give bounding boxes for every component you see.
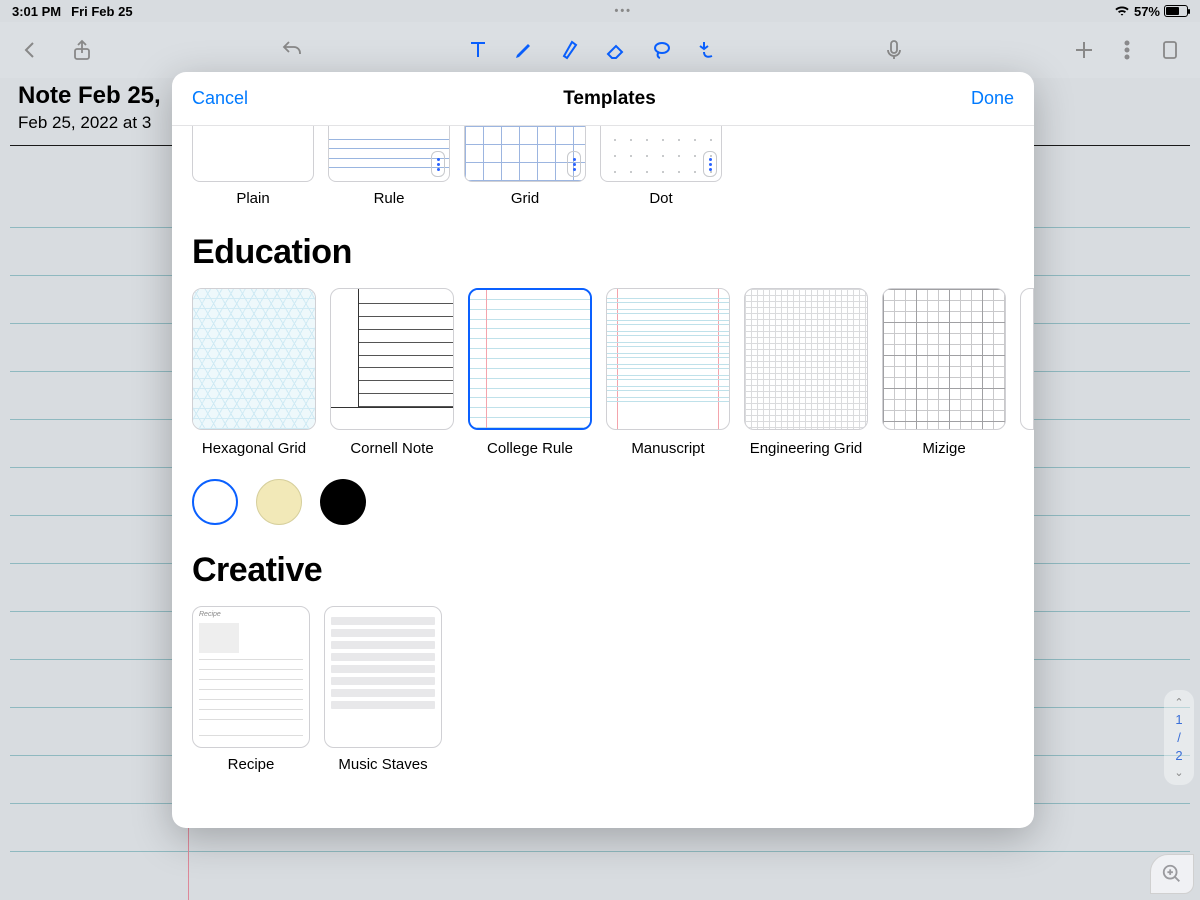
- options-icon[interactable]: [431, 151, 445, 177]
- text-tool-icon[interactable]: [466, 38, 490, 62]
- battery-percent: 57%: [1134, 4, 1160, 19]
- chevron-up-icon[interactable]: ⌃: [1174, 696, 1183, 709]
- template-label: Mizige: [882, 440, 1006, 457]
- template-label: Rule: [328, 190, 450, 207]
- template-engineering-grid[interactable]: Engineering Grid: [744, 288, 868, 457]
- template-label: Dot: [600, 190, 722, 207]
- education-templates-row: Hexagonal Grid Cornell Note College Rule…: [192, 288, 1014, 457]
- template-recipe[interactable]: Recipe Recipe: [192, 606, 310, 773]
- modal-header: Cancel Templates Done: [172, 72, 1034, 126]
- template-manuscript[interactable]: Manuscript: [606, 288, 730, 457]
- template-mizige[interactable]: Mizige: [882, 288, 1006, 457]
- page-total: 2: [1175, 748, 1182, 763]
- status-time: 3:01 PM: [12, 4, 61, 19]
- template-label: College Rule: [468, 440, 592, 457]
- template-hexagonal-grid[interactable]: Hexagonal Grid: [192, 288, 316, 457]
- app-toolbar: [0, 22, 1200, 78]
- page-current: 1: [1175, 712, 1182, 727]
- drawing-tools: [466, 38, 720, 62]
- template-peek[interactable]: [1020, 288, 1034, 457]
- highlighter-tool-icon[interactable]: [558, 38, 582, 62]
- basic-templates-row: Plain Rule Grid Dot: [192, 126, 1014, 207]
- zoom-button[interactable]: [1150, 854, 1194, 894]
- creative-templates-row: Recipe Recipe Music Staves: [192, 606, 1014, 773]
- template-label: Recipe: [192, 756, 310, 773]
- back-icon[interactable]: [18, 38, 42, 62]
- share-icon[interactable]: [70, 38, 94, 62]
- template-label: Cornell Note: [330, 440, 454, 457]
- paper-margin: [188, 826, 189, 900]
- options-icon[interactable]: [703, 151, 717, 177]
- color-swatches: [192, 479, 1014, 525]
- template-label: Grid: [464, 190, 586, 207]
- undo-icon[interactable]: [280, 38, 304, 62]
- wifi-icon: [1114, 5, 1130, 17]
- note-title: Note Feb 25,: [18, 82, 161, 110]
- page-sep: /: [1177, 730, 1181, 745]
- options-icon[interactable]: [567, 151, 581, 177]
- shape-tool-icon[interactable]: [696, 38, 720, 62]
- color-cream[interactable]: [256, 479, 302, 525]
- color-black[interactable]: [320, 479, 366, 525]
- add-icon[interactable]: [1072, 38, 1096, 62]
- eraser-tool-icon[interactable]: [604, 38, 628, 62]
- pen-tool-icon[interactable]: [512, 38, 536, 62]
- multitask-dots-icon[interactable]: •••: [614, 5, 632, 17]
- template-college-rule[interactable]: College Rule: [468, 288, 592, 457]
- pages-icon[interactable]: [1158, 38, 1182, 62]
- page-indicator[interactable]: ⌃ 1 / 2 ⌄: [1164, 690, 1194, 785]
- note-header: Note Feb 25, Feb 25, 2022 at 3: [18, 82, 161, 133]
- template-label: Hexagonal Grid: [192, 440, 316, 457]
- template-music-staves[interactable]: Music Staves: [324, 606, 442, 773]
- zoom-in-icon: [1161, 863, 1183, 885]
- color-white[interactable]: [192, 479, 238, 525]
- battery-icon: [1164, 5, 1188, 17]
- note-subtitle: Feb 25, 2022 at 3: [18, 113, 161, 133]
- template-plain[interactable]: Plain: [192, 126, 314, 207]
- more-icon[interactable]: [1124, 38, 1130, 62]
- template-label: Engineering Grid: [744, 440, 868, 457]
- template-label: Plain: [192, 190, 314, 207]
- status-bar: 3:01 PM Fri Feb 25 ••• 57%: [0, 0, 1200, 22]
- modal-title: Templates: [563, 88, 656, 110]
- status-date: Fri Feb 25: [71, 4, 132, 19]
- template-cornell-note[interactable]: Cornell Note: [330, 288, 454, 457]
- template-dot[interactable]: Dot: [600, 126, 722, 207]
- template-grid[interactable]: Grid: [464, 126, 586, 207]
- section-creative: Creative: [192, 551, 1014, 590]
- section-education: Education: [192, 233, 1014, 272]
- template-label: Music Staves: [324, 756, 442, 773]
- template-rule[interactable]: Rule: [328, 126, 450, 207]
- done-button[interactable]: Done: [971, 88, 1014, 109]
- template-label: Manuscript: [606, 440, 730, 457]
- mic-icon[interactable]: [882, 38, 906, 62]
- lasso-tool-icon[interactable]: [650, 38, 674, 62]
- cancel-button[interactable]: Cancel: [192, 88, 248, 109]
- templates-modal: Cancel Templates Done Plain Rule Grid: [172, 72, 1034, 828]
- chevron-down-icon[interactable]: ⌄: [1174, 766, 1183, 779]
- modal-body: Plain Rule Grid Dot Education: [172, 126, 1034, 828]
